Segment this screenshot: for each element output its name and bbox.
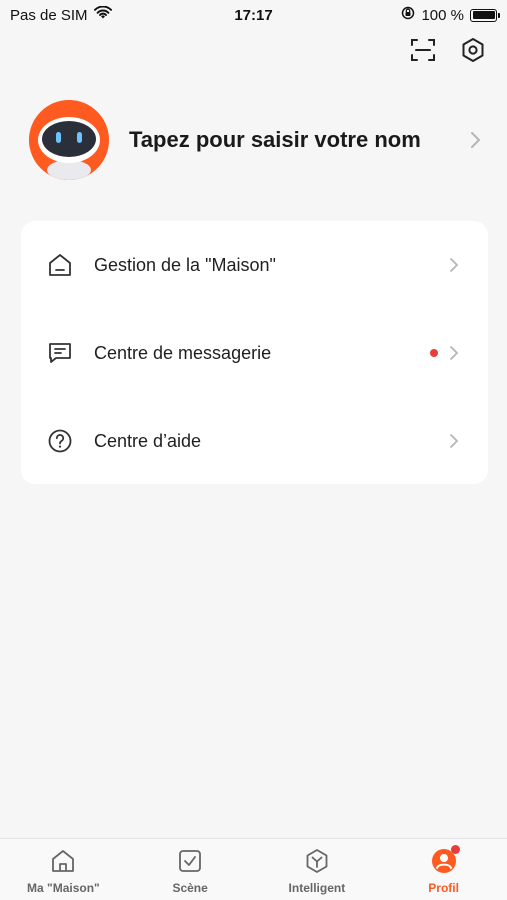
notification-dot xyxy=(430,349,438,357)
scan-icon[interactable] xyxy=(409,36,437,64)
tab-bar: Ma "Maison" Scène Intelligent Profil xyxy=(0,838,507,900)
menu-item-help-center[interactable]: Centre d’aide xyxy=(21,397,488,485)
chevron-right-icon xyxy=(448,256,460,274)
menu-label: Centre d’aide xyxy=(94,430,202,451)
profile-header[interactable]: Tapez pour saisir votre nom xyxy=(29,98,482,182)
message-icon xyxy=(46,339,74,367)
robot-avatar-icon[interactable] xyxy=(29,100,109,180)
carrier-text: Pas de SIM xyxy=(10,6,88,24)
battery-text: 100 % xyxy=(421,6,464,24)
profile-tab-icon xyxy=(430,845,460,875)
help-icon xyxy=(46,427,74,455)
chevron-right-icon xyxy=(468,130,482,150)
menu-label: Centre de messagerie xyxy=(94,342,272,363)
menu-item-message-center[interactable]: Centre de messagerie xyxy=(21,309,488,397)
battery-icon xyxy=(470,8,500,22)
settings-icon[interactable] xyxy=(459,36,487,64)
wifi-icon xyxy=(93,5,112,24)
profile-name-prompt[interactable]: Tapez pour saisir votre nom xyxy=(129,127,468,153)
top-actions xyxy=(409,36,487,64)
orientation-lock-icon xyxy=(401,6,415,24)
tab-intelligent[interactable]: Intelligent xyxy=(254,839,381,900)
menu-item-home-management[interactable]: Gestion de la "Maison" xyxy=(21,221,488,309)
scene-tab-icon xyxy=(176,847,204,875)
tab-profile[interactable]: Profil xyxy=(380,839,507,900)
tab-label: Intelligent xyxy=(288,881,346,895)
tab-home[interactable]: Ma "Maison" xyxy=(0,839,127,900)
status-bar: Pas de SIM 17:17 100 % xyxy=(0,0,507,30)
status-right: 100 % xyxy=(401,6,500,24)
intelligent-tab-icon xyxy=(303,847,331,875)
home-icon xyxy=(46,251,74,279)
tab-label: Ma "Maison" xyxy=(27,881,100,895)
chevron-right-icon xyxy=(448,344,460,362)
notification-badge xyxy=(450,845,460,854)
menu-card: Gestion de la "Maison" Centre de message… xyxy=(21,221,488,484)
chevron-right-icon xyxy=(448,432,460,450)
tab-label: Profil xyxy=(428,881,459,895)
menu-label: Gestion de la "Maison" xyxy=(94,254,276,275)
tab-scene[interactable]: Scène xyxy=(127,839,254,900)
home-tab-icon xyxy=(49,847,77,875)
status-left: Pas de SIM xyxy=(10,5,112,24)
tab-label: Scène xyxy=(172,881,208,895)
